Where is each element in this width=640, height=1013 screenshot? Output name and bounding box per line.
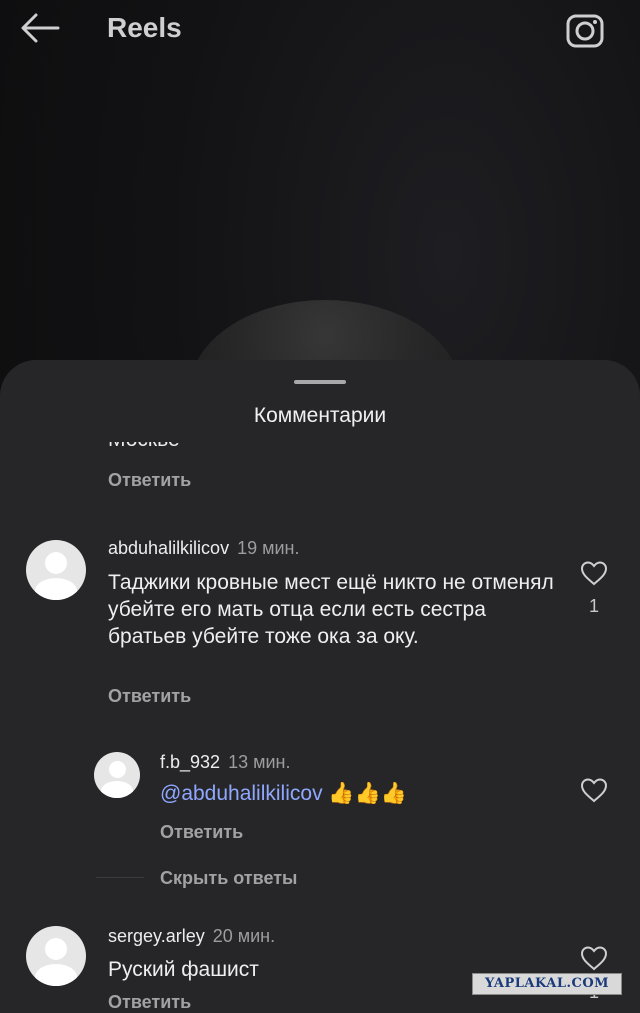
heart-icon[interactable]: [580, 945, 608, 971]
heart-icon[interactable]: [580, 777, 608, 803]
reply-button[interactable]: Ответить: [108, 470, 191, 491]
reply-time: 13 мин.: [228, 752, 291, 772]
like-count: 1: [589, 596, 600, 616]
thumbs-up-emoji: 👍👍👍: [328, 782, 407, 805]
arrow-left-icon[interactable]: [18, 10, 62, 46]
drag-handle[interactable]: [294, 380, 346, 384]
reply-button[interactable]: Ответить: [108, 992, 191, 1013]
comment-text: Таджики кровные мест ещё никто не отменя…: [108, 571, 554, 648]
sheet-title: Комментарии: [253, 404, 387, 427]
divider-line: [96, 877, 144, 878]
reply-button[interactable]: Ответить: [108, 686, 191, 707]
page-title: Reels: [107, 12, 182, 43]
avatar[interactable]: [94, 752, 140, 798]
hide-replies-button[interactable]: Скрыть ответы: [160, 868, 297, 889]
avatar[interactable]: [26, 926, 86, 986]
heart-icon[interactable]: [580, 560, 608, 586]
site-watermark: YAPLAKAL.COM: [472, 973, 622, 995]
top-bar: Reels: [0, 0, 640, 60]
comment-username[interactable]: sergey.arley: [108, 926, 205, 946]
comments-list[interactable]: Москве Ответить abduhalilkilicov19 мин. …: [0, 442, 640, 1013]
comment-time: 19 мин.: [237, 538, 300, 558]
mention-link[interactable]: @abduhalilkilicov: [160, 782, 323, 805]
partial-comment-text: Москве: [108, 442, 180, 452]
comment-username[interactable]: abduhalilkilicov: [108, 538, 229, 558]
camera-icon[interactable]: [565, 10, 605, 48]
comments-sheet: Комментарии Москве Ответить abduhalilkil…: [0, 360, 640, 1013]
comment-time: 20 мин.: [212, 926, 276, 946]
reply-username[interactable]: f.b_932: [160, 752, 220, 772]
avatar[interactable]: [26, 540, 86, 600]
reply-button[interactable]: Ответить: [160, 822, 243, 843]
